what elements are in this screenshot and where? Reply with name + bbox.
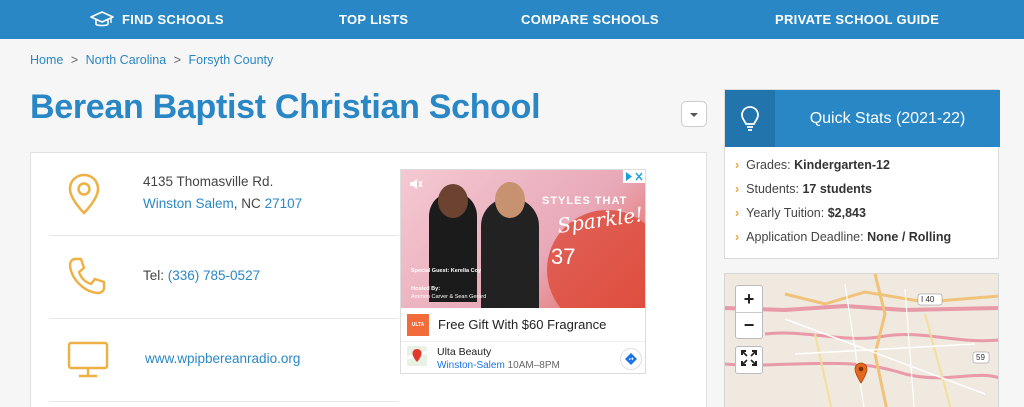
nav-find-schools-label: FIND SCHOOLS bbox=[122, 12, 224, 27]
stat-value: $2,843 bbox=[827, 206, 866, 220]
ad-hosts: Ammon Carver & Sean Gerard bbox=[411, 294, 487, 300]
ad-location-row[interactable]: Ulta Beauty Winston-Salem 10AM–8PM bbox=[401, 342, 645, 373]
stat-deadline: › Application Deadline: None / Rolling bbox=[735, 230, 951, 244]
quick-stats-panel: Quick Stats (2021-22) › Grades: Kindergar… bbox=[724, 89, 1000, 259]
ad-location-text: Ulta Beauty Winston-Salem 10AM–8PM bbox=[437, 346, 560, 372]
street-address: 4135 Thomasville Rd. bbox=[143, 174, 274, 189]
stat-students: › Students: 17 students bbox=[735, 182, 872, 196]
stat-label: Students: bbox=[746, 182, 803, 196]
map-road-label: 59 bbox=[976, 353, 985, 362]
zip-link[interactable]: 27107 bbox=[265, 196, 303, 211]
phone-label: Tel: bbox=[143, 268, 168, 283]
city-line: Winston Salem, NC 27107 bbox=[143, 193, 302, 215]
phone-block: Tel: (336) 785-0527 bbox=[143, 265, 260, 287]
city-link[interactable]: Winston Salem bbox=[143, 196, 234, 211]
zoom-controls: + − bbox=[735, 285, 763, 339]
zoom-out-button[interactable]: − bbox=[736, 312, 762, 338]
ad-hours: 10AM–8PM bbox=[507, 359, 560, 371]
phone-link[interactable]: (336) 785-0527 bbox=[168, 268, 260, 283]
nav-top-lists-label: TOP LISTS bbox=[339, 12, 409, 27]
nav-top-lists[interactable]: TOP LISTS bbox=[339, 0, 408, 39]
stat-label: Grades: bbox=[746, 158, 795, 172]
monitor-icon bbox=[67, 341, 109, 384]
ad-city: Winston-Salem bbox=[437, 359, 505, 371]
ad-image[interactable]: STYLES THAT Sparkle! 37 Special Guest: K… bbox=[401, 170, 645, 308]
top-navigation: FIND SCHOOLS TOP LISTS COMPARE SCHOOLS P… bbox=[0, 0, 1024, 39]
nav-find-schools[interactable]: FIND SCHOOLS bbox=[90, 0, 224, 39]
page-title: Berean Baptist Christian School bbox=[30, 88, 541, 126]
breadcrumb-separator: > bbox=[173, 53, 182, 67]
adchoices-icon[interactable] bbox=[623, 170, 645, 183]
graduation-cap-icon bbox=[90, 10, 114, 29]
ad-episode-number: 37 bbox=[551, 244, 576, 269]
breadcrumb-home[interactable]: Home bbox=[30, 53, 63, 67]
ad-copy-text: Free Gift With $60 Fragrance bbox=[438, 317, 607, 332]
nav-compare-schools[interactable]: COMPARE SCHOOLS bbox=[521, 0, 659, 39]
advertisement[interactable]: STYLES THAT Sparkle! 37 Special Guest: K… bbox=[400, 169, 646, 374]
zoom-in-button[interactable]: + bbox=[736, 286, 762, 312]
ad-copy-row[interactable]: ULTA Free Gift With $60 Fragrance bbox=[401, 308, 645, 342]
state-text: , NC bbox=[233, 196, 265, 211]
stat-label: Application Deadline: bbox=[746, 230, 868, 244]
website-row: www.wpipbereanradio.org bbox=[49, 319, 399, 402]
phone-row: Tel: (336) 785-0527 bbox=[49, 236, 399, 319]
address-block: 4135 Thomasville Rd. Winston Salem, NC 2… bbox=[143, 171, 302, 215]
ad-person-left-head bbox=[438, 184, 468, 218]
ad-person-right-head bbox=[495, 182, 525, 218]
address-row: 4135 Thomasville Rd. Winston Salem, NC 2… bbox=[49, 153, 399, 236]
phone-icon bbox=[67, 256, 107, 301]
ad-brand: Ulta Beauty bbox=[437, 345, 492, 358]
fullscreen-button[interactable] bbox=[735, 346, 763, 374]
nav-private-school-guide-label: PRIVATE SCHOOL GUIDE bbox=[775, 12, 940, 27]
website-link[interactable]: www.wpipbereanradio.org bbox=[145, 351, 300, 366]
chevron-right-icon: › bbox=[735, 206, 740, 220]
nav-private-school-guide[interactable]: PRIVATE SCHOOL GUIDE bbox=[775, 0, 939, 39]
map-marker-icon[interactable] bbox=[854, 362, 868, 389]
breadcrumb-county[interactable]: Forsyth County bbox=[189, 53, 274, 67]
stat-tuition: › Yearly Tuition: $2,843 bbox=[735, 206, 866, 220]
breadcrumb: Home > North Carolina > Forsyth County bbox=[30, 53, 273, 67]
quick-stats-header: Quick Stats (2021-22) bbox=[725, 90, 1000, 147]
chevron-right-icon: › bbox=[735, 158, 740, 172]
map-pin-icon bbox=[67, 173, 101, 220]
title-dropdown-button[interactable] bbox=[681, 101, 707, 127]
website-block: www.wpipbereanradio.org bbox=[145, 348, 300, 370]
stat-value: Kindergarten-12 bbox=[794, 158, 890, 172]
quick-stats-title: Quick Stats (2021-22) bbox=[809, 109, 966, 127]
chevron-right-icon: › bbox=[735, 230, 740, 244]
school-map[interactable]: I 40 59 + − bbox=[724, 273, 999, 407]
ulta-logo-icon: ULTA bbox=[407, 313, 429, 336]
ad-city-hours: Winston-Salem 10AM–8PM bbox=[437, 359, 560, 372]
chevron-right-icon: › bbox=[735, 182, 740, 196]
directions-icon[interactable] bbox=[620, 348, 642, 370]
mute-icon[interactable] bbox=[409, 177, 423, 195]
fullscreen-icon bbox=[741, 349, 757, 371]
breadcrumb-separator: > bbox=[70, 53, 79, 67]
stat-grades: › Grades: Kindergarten-12 bbox=[735, 158, 890, 172]
map-road-label: I 40 bbox=[921, 295, 935, 304]
breadcrumb-state[interactable]: North Carolina bbox=[86, 53, 167, 67]
chevron-down-icon bbox=[689, 105, 699, 123]
lightbulb-icon bbox=[725, 90, 775, 147]
stat-label: Yearly Tuition: bbox=[746, 206, 828, 220]
nav-compare-schools-label: COMPARE SCHOOLS bbox=[521, 12, 659, 27]
ad-guest-label: Special Guest: Kerelia Coy bbox=[411, 268, 481, 274]
stat-value: 17 students bbox=[802, 182, 872, 196]
ad-hosted-label: Hosted By: bbox=[411, 286, 441, 292]
stat-value: None / Rolling bbox=[867, 230, 952, 244]
map-thumbnail-icon bbox=[406, 346, 428, 371]
